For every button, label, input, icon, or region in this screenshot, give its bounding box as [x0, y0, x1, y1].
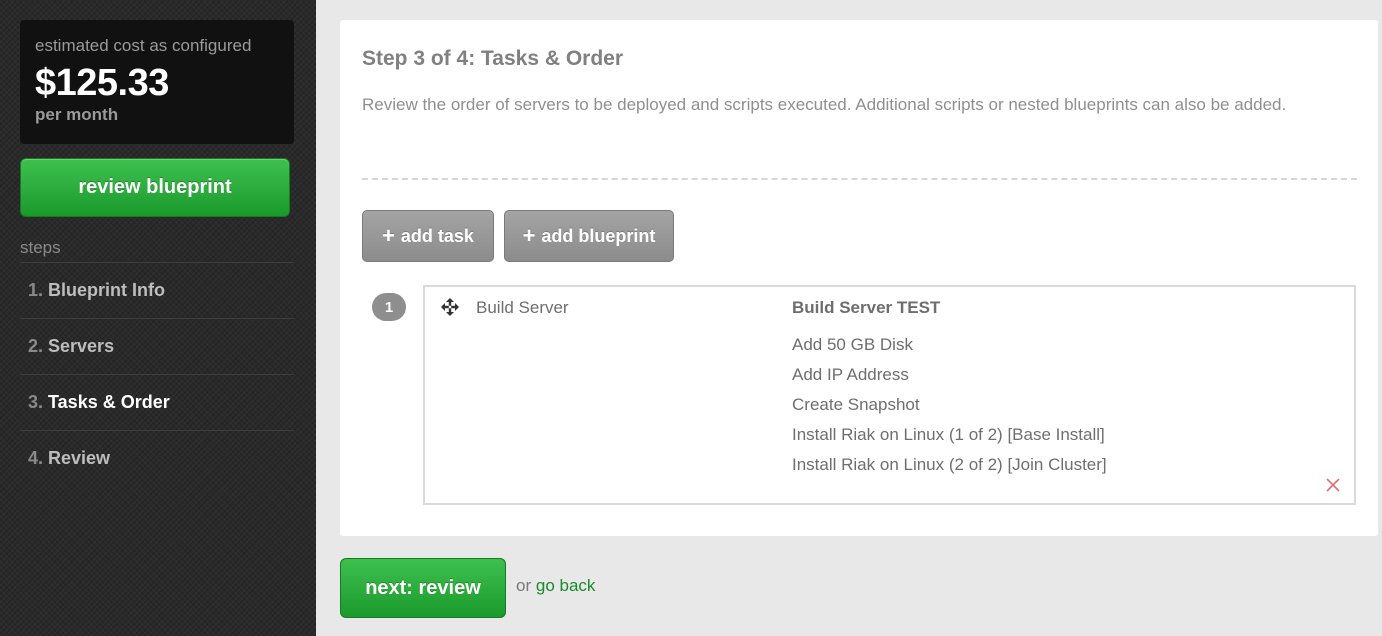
steps-nav: 1. Blueprint Info 2. Servers 3. Tasks & …: [20, 262, 294, 486]
plus-icon: +: [522, 223, 536, 248]
cost-summary: estimated cost as configured $125.33 per…: [20, 20, 294, 144]
step-tasks-order[interactable]: 3. Tasks & Order: [20, 374, 294, 430]
go-back-link[interactable]: go back: [536, 576, 596, 595]
step-number: 3.: [28, 392, 44, 412]
step-label: Review: [48, 448, 111, 468]
cost-caption: estimated cost as configured: [35, 36, 252, 55]
next-review-button[interactable]: next: review: [340, 558, 506, 618]
step-servers[interactable]: 2. Servers: [20, 318, 294, 374]
steps-heading: steps: [20, 238, 61, 257]
close-icon[interactable]: [1325, 477, 1341, 493]
server-name: Build Server: [476, 298, 569, 317]
step-label: Blueprint Info: [48, 280, 165, 300]
task-item: Install Riak on Linux (2 of 2) [Join Clu…: [792, 455, 1107, 474]
add-blueprint-label: add blueprint: [541, 225, 656, 246]
cost-amount: $125.33: [35, 62, 169, 104]
add-task-label: add task: [400, 225, 474, 246]
step-review[interactable]: 4. Review: [20, 430, 294, 486]
task-item: Add 50 GB Disk: [792, 335, 913, 354]
or-label: or: [516, 576, 532, 595]
task-item: Create Snapshot: [792, 395, 920, 414]
main-panel: Step 3 of 4: Tasks & Order Review the or…: [340, 20, 1378, 536]
cost-period: per month: [35, 105, 119, 124]
divider: [362, 178, 1357, 180]
page-title: Step 3 of 4: Tasks & Order: [362, 47, 624, 70]
sidebar: estimated cost as configured $125.33 per…: [0, 0, 316, 636]
step-blueprint-info[interactable]: 1. Blueprint Info: [20, 262, 294, 318]
add-task-button[interactable]: + add task: [362, 210, 494, 262]
step-number: 1.: [28, 280, 44, 300]
order-number-badge: 1: [372, 293, 406, 321]
task-list: Build Server TEST Add 50 GB Disk Add IP …: [792, 298, 1107, 480]
go-back-area: or go back: [516, 576, 595, 596]
order-item: Build Server Build Server TEST Add 50 GB…: [423, 285, 1356, 505]
step-number: 4.: [28, 448, 44, 468]
review-blueprint-button[interactable]: review blueprint: [20, 158, 290, 217]
task-item: Add IP Address: [792, 365, 909, 384]
task-item: Install Riak on Linux (1 of 2) [Base Ins…: [792, 425, 1105, 444]
page-description: Review the order of servers to be deploy…: [362, 95, 1287, 114]
move-arrows-icon[interactable]: [440, 297, 460, 317]
step-number: 2.: [28, 336, 44, 356]
add-blueprint-button[interactable]: + add blueprint: [504, 210, 674, 262]
plus-icon: +: [382, 223, 395, 248]
step-label: Servers: [48, 336, 115, 356]
task-list-title: Build Server TEST: [792, 298, 941, 317]
step-label: Tasks & Order: [48, 392, 170, 412]
